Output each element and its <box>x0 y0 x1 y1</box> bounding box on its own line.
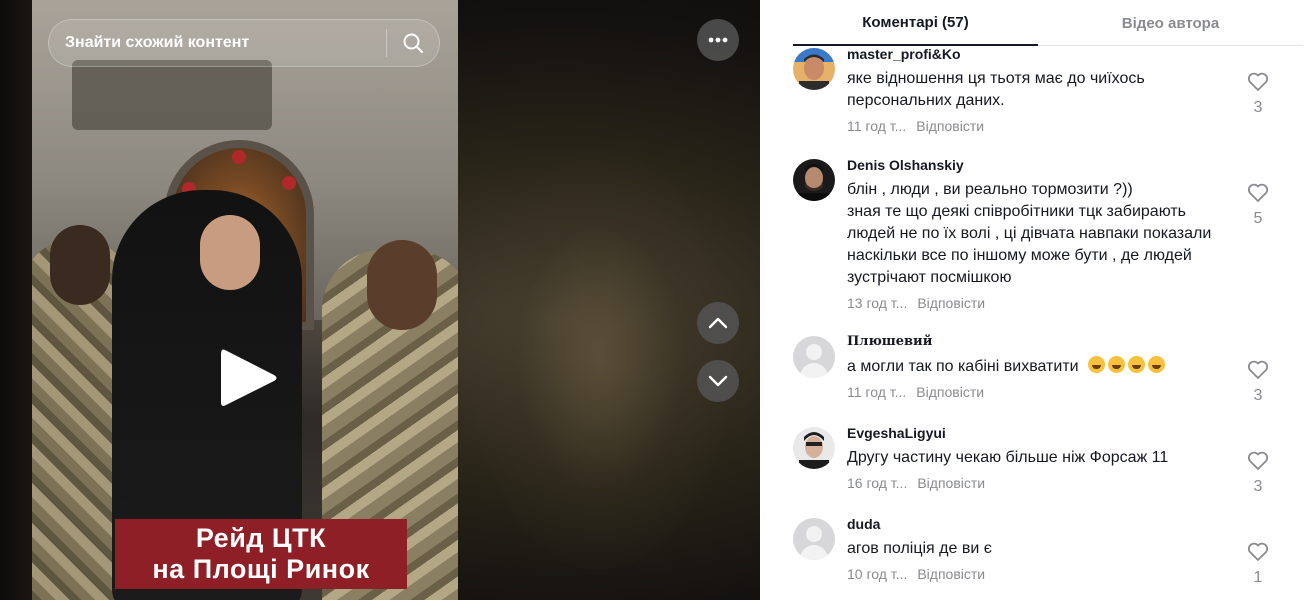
comment-meta: 16 год т... Відповісти <box>847 475 985 491</box>
blurred-backdrop <box>470 150 730 570</box>
avatar[interactable] <box>793 427 835 469</box>
reply-button[interactable]: Відповісти <box>917 295 985 311</box>
next-video-button[interactable] <box>697 360 739 402</box>
search-icon[interactable] <box>387 19 439 67</box>
avatar[interactable] <box>793 159 835 201</box>
more-options-button[interactable] <box>697 19 739 61</box>
comment-time: 13 год т... <box>847 295 908 311</box>
play-icon[interactable] <box>219 346 279 410</box>
comment-text: агов поліція де ви є <box>847 540 992 557</box>
ornament <box>282 176 296 190</box>
comment-text: Другу частину чекаю більше ніж Форсаж 11 <box>847 449 1169 466</box>
video-frame[interactable]: Рейд ЦТК на Площі Ринок <box>32 0 458 600</box>
like-count: 3 <box>1253 387 1263 404</box>
heart-outline-icon <box>1247 72 1269 91</box>
comment-text-line: блін , люди , ви реально тормозити ?)) <box>847 181 1133 198</box>
comment-item: Плюшевий а могли так по кабіні вихватити… <box>793 334 1298 406</box>
like-button[interactable]: 1 <box>1246 542 1270 587</box>
soldier-left-head <box>50 225 110 305</box>
avatar[interactable] <box>793 336 835 378</box>
man-face <box>200 215 260 290</box>
like-button[interactable]: 5 <box>1246 183 1270 228</box>
comment-time: 11 год т... <box>847 118 907 134</box>
video-caption: Рейд ЦТК на Площі Ринок <box>115 519 407 589</box>
comment-item: master_profi&Ko яке відношення ця тьотя … <box>793 46 1298 148</box>
like-count: 3 <box>1253 478 1263 495</box>
comment-item: duda агов поліція де ви є 10 год т... Від… <box>793 516 1298 588</box>
chevron-down-icon <box>708 375 728 387</box>
like-count: 5 <box>1253 210 1263 227</box>
caption-line-2: на Площі Ринок <box>152 554 370 584</box>
balcony <box>72 60 272 130</box>
like-count: 1 <box>1253 569 1263 586</box>
comment-meta: 11 год т... Відповісти <box>847 384 984 400</box>
rofl-emoji-icon <box>1088 356 1168 375</box>
comment-text-body: а могли так по кабіні вихватити <box>847 358 1079 375</box>
like-count: 3 <box>1253 99 1263 116</box>
comment-text: блін , люди , ви реально тормозити ?)) з… <box>847 179 1237 289</box>
tab-author-videos[interactable]: Відео автора <box>1038 0 1303 46</box>
reply-button[interactable]: Відповісти <box>917 475 985 491</box>
search-input[interactable]: Знайти схожий контент <box>49 34 386 52</box>
comment-meta: 10 год т... Відповісти <box>847 566 985 582</box>
comment-text-line: людей не по їх волі , ці дівчата навпаки… <box>847 225 1212 242</box>
comment-text: яке відношення ця тьотя має до чиїхось п… <box>847 70 1145 109</box>
comment-meta: 11 год т... Відповісти <box>847 118 984 134</box>
comment-time: 11 год т... <box>847 384 907 400</box>
panel-tabs: Коментарі (57) Відео автора <box>793 0 1303 46</box>
ornament <box>232 150 246 164</box>
like-button[interactable]: 3 <box>1246 360 1270 405</box>
comment-time: 10 год т... <box>847 566 908 582</box>
comment-text: а могли так по кабіні вихватити <box>847 356 1247 378</box>
reply-button[interactable]: Відповісти <box>916 118 984 134</box>
heart-outline-icon <box>1247 542 1269 561</box>
comment-text-line: зустрічают посмішкою <box>847 269 1012 286</box>
comment-item: EvgeshaLigyui Другу частину чекаю більше… <box>793 425 1298 497</box>
previous-video-button[interactable] <box>697 302 739 344</box>
avatar[interactable] <box>793 518 835 560</box>
comment-time: 16 год т... <box>847 475 908 491</box>
tab-comments[interactable]: Коментарі (57) <box>793 0 1038 46</box>
comment-username[interactable]: duda <box>847 516 880 532</box>
comment-username[interactable]: EvgeshaLigyui <box>847 425 946 441</box>
like-button[interactable]: 3 <box>1246 451 1270 496</box>
chevron-up-icon <box>708 317 728 329</box>
heart-outline-icon <box>1247 183 1269 202</box>
reply-button[interactable]: Відповісти <box>917 566 985 582</box>
soldier-right-head <box>367 240 437 330</box>
more-dots-icon <box>708 37 728 43</box>
comment-username[interactable]: Denis Olshanskiy <box>847 157 964 173</box>
reply-button[interactable]: Відповісти <box>916 384 984 400</box>
like-button[interactable]: 3 <box>1246 72 1270 117</box>
heart-outline-icon <box>1247 360 1269 379</box>
comments-panel: Коментарі (57) Відео автора master_profi… <box>760 0 1304 600</box>
comment-meta: 13 год т... Відповісти <box>847 295 985 311</box>
caption-line-1: Рейд ЦТК <box>195 523 327 553</box>
comment-text-line: зная те що деякі співробітники тцк забир… <box>847 203 1186 220</box>
comment-username[interactable]: master_profi&Ko <box>847 46 961 62</box>
heart-outline-icon <box>1247 451 1269 470</box>
comment-username[interactable]: Плюшевий <box>847 334 932 349</box>
similar-content-search[interactable]: Знайти схожий контент <box>48 19 440 67</box>
avatar[interactable] <box>793 48 835 90</box>
comment-item: Denis Olshanskiy блін , люди , ви реальн… <box>793 157 1298 319</box>
comment-text-line: наскільки все по іншому може бути , де л… <box>847 247 1192 264</box>
video-player[interactable]: Рейд ЦТК на Площі Ринок Знайти схожий ко… <box>0 0 760 600</box>
